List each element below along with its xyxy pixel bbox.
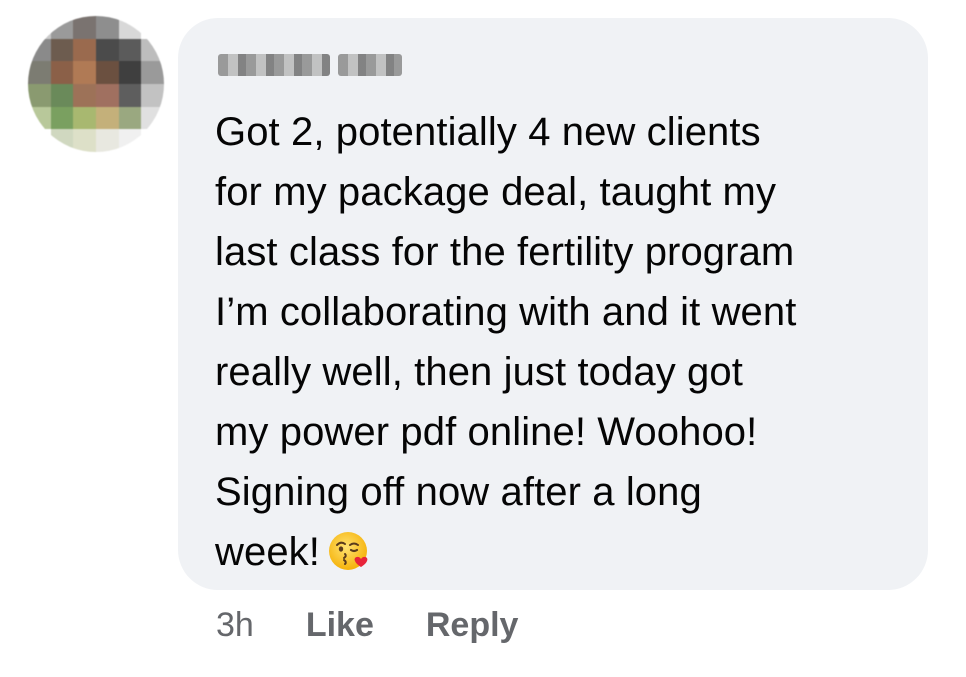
comment-bubble: Got 2, potentially 4 new clients for my … — [178, 18, 928, 590]
comment-line-last: week! — [215, 522, 915, 582]
comment-line: I’m collaborating with and it went — [215, 290, 797, 334]
comment-text: Got 2, potentially 4 new clients for my … — [215, 102, 915, 582]
redacted-last-name — [338, 54, 402, 76]
like-button[interactable]: Like — [306, 606, 374, 645]
face-blowing-a-kiss-emoji-icon — [328, 529, 372, 573]
comment: Got 2, potentially 4 new clients for my … — [0, 0, 966, 677]
comment-line: Signing off now after a long — [215, 470, 702, 514]
author-name-redacted[interactable] — [218, 54, 402, 76]
avatar[interactable] — [28, 16, 164, 152]
reply-button[interactable]: Reply — [426, 606, 519, 645]
comment-line: for my package deal, taught my — [215, 170, 777, 214]
comment-actions: 3h Like Reply — [216, 606, 518, 645]
comment-line: last class for the fertility program — [215, 230, 795, 274]
timestamp[interactable]: 3h — [216, 606, 254, 645]
comment-line: week! — [215, 530, 320, 574]
comment-line: Got 2, potentially 4 new clients — [215, 110, 761, 154]
comment-line: really well, then just today got — [215, 350, 743, 394]
comment-line: my power pdf online! Woohoo! — [215, 410, 758, 454]
redacted-first-name — [218, 54, 330, 76]
